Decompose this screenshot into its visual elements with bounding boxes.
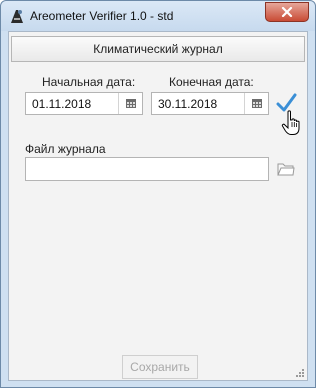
title-bar[interactable]: Areometer Verifier 1.0 - std	[1, 1, 315, 31]
start-date-value[interactable]: 01.11.2018	[32, 97, 91, 111]
hand-cursor-icon	[281, 110, 300, 135]
save-button[interactable]: Сохранить	[122, 355, 198, 379]
start-date-calendar-button[interactable]	[118, 93, 142, 114]
file-label: Файл журнала	[25, 142, 106, 156]
journal-header: Климатический журнал	[11, 36, 305, 62]
end-date-calendar-button[interactable]	[244, 93, 268, 114]
end-date-value[interactable]: 30.11.2018	[158, 97, 217, 111]
journal-header-title: Климатический журнал	[93, 42, 223, 56]
close-button[interactable]	[265, 2, 309, 22]
close-icon	[281, 7, 293, 17]
calendar-icon	[251, 99, 262, 108]
start-date-field[interactable]: 01.11.2018	[25, 92, 143, 115]
start-date-label: Начальная дата:	[42, 75, 136, 89]
file-path-input[interactable]	[25, 157, 269, 181]
folder-icon[interactable]	[277, 161, 295, 177]
resize-grip-icon[interactable]	[295, 368, 305, 378]
areometer-app-icon	[11, 10, 23, 23]
save-button-label: Сохранить	[130, 360, 190, 374]
end-date-label: Конечная дата:	[169, 75, 254, 89]
window-title: Areometer Verifier 1.0 - std	[30, 9, 174, 23]
client-area: Климатический журнал Начальная дата: 01.…	[8, 31, 308, 381]
app-window: Areometer Verifier 1.0 - std Климатическ…	[0, 0, 316, 388]
calendar-icon	[125, 99, 136, 108]
end-date-field[interactable]: 30.11.2018	[151, 92, 269, 115]
